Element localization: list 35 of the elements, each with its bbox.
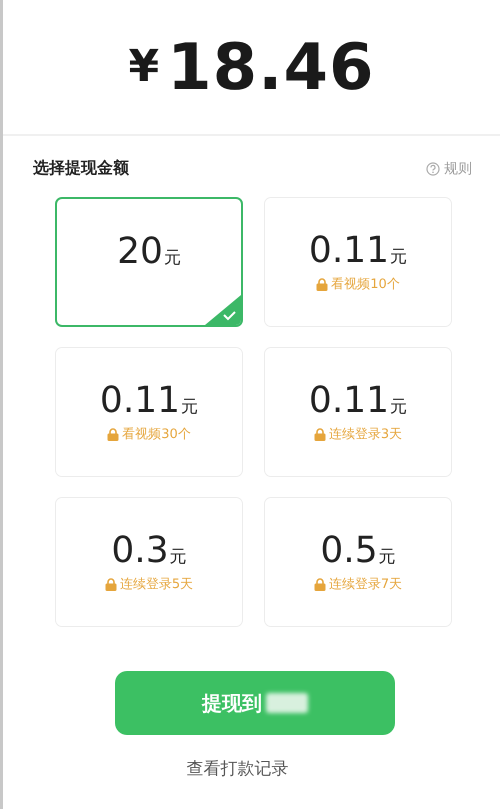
lock-icon	[314, 428, 326, 440]
lock-icon	[314, 578, 326, 590]
option-amount: 0.5	[320, 530, 378, 571]
lock-icon	[107, 428, 120, 440]
option-amount: 0.11	[100, 380, 180, 421]
unlock-condition: 连续登录3天	[328, 426, 402, 443]
amount-option-card[interactable]: 20 元	[55, 197, 243, 327]
currency-unit: 元	[390, 396, 408, 418]
amount-option-card[interactable]: 0.11 元 看视频10个	[264, 197, 452, 327]
amount-option-card[interactable]: 0.5 元 连续登录7天	[264, 497, 452, 627]
lock-icon	[316, 278, 328, 290]
payment-records-link[interactable]: 查看打款记录	[3, 757, 472, 780]
currency-symbol: ¥	[128, 40, 160, 92]
currency-unit: 元	[378, 546, 396, 568]
unlock-condition: 看视频30个	[122, 426, 191, 443]
option-amount: 0.11	[308, 380, 390, 421]
selected-check-icon	[205, 295, 241, 325]
balance-amount: 18.46	[167, 31, 375, 105]
amount-option-card[interactable]: 0.11 元 看视频30个	[55, 347, 243, 477]
amount-option-card[interactable]: 0.3 元 连续登录5天	[55, 497, 243, 627]
option-amount: 20	[117, 231, 163, 272]
option-amount: 0.3	[111, 530, 169, 571]
blurred-text	[266, 693, 308, 713]
currency-unit: 元	[164, 247, 181, 269]
unlock-condition: 看视频10个	[331, 276, 400, 293]
section-title: 选择提现金额	[33, 158, 129, 179]
currency-unit: 元	[181, 396, 198, 418]
amount-option-card[interactable]: 0.11 元 连续登录3天	[264, 347, 452, 477]
unlock-condition: 连续登录5天	[120, 576, 194, 593]
option-amount: 0.11	[308, 230, 390, 271]
lock-icon	[104, 578, 117, 590]
currency-unit: 元	[390, 246, 408, 268]
currency-unit: 元	[170, 546, 187, 568]
help-icon	[426, 162, 440, 176]
unlock-condition: 连续登录7天	[328, 576, 402, 593]
